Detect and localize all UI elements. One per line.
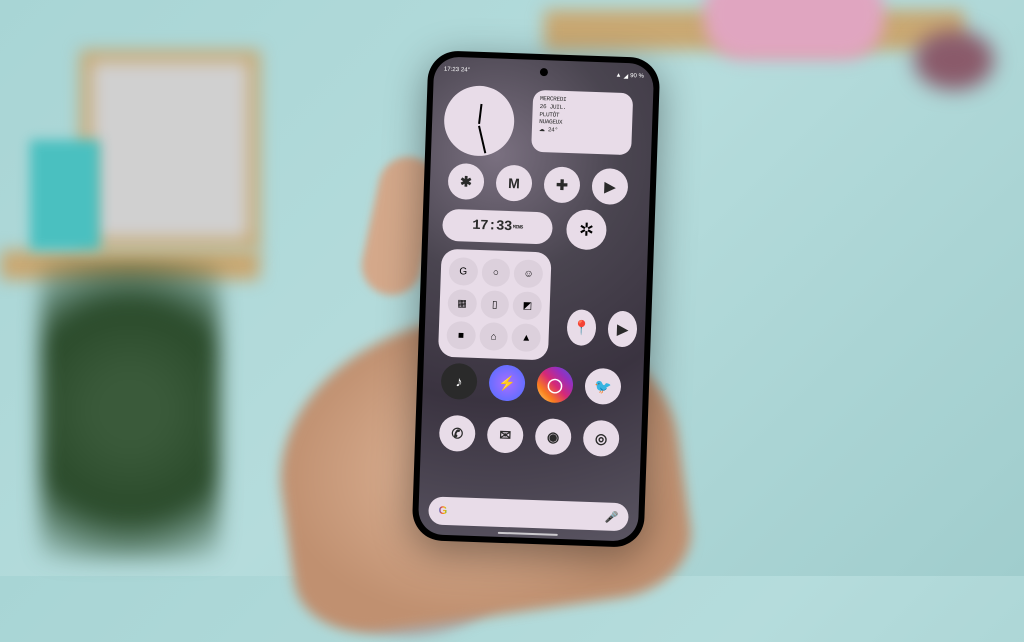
camera-icon[interactable]: ◎ <box>583 420 620 457</box>
folder-up-icon[interactable]: ▲ <box>511 323 541 352</box>
google-search-bar[interactable]: G 🎤 <box>428 496 629 531</box>
home-screen[interactable]: MERCREDI 26 JUIL. PLUTÔT NUAGEUX ☁ 24° ✱… <box>427 81 646 512</box>
background-box <box>30 140 100 250</box>
chrome-icon[interactable]: ◉ <box>535 418 572 455</box>
folder-widget[interactable]: G ○ ☺ ▦ ▯ ◩ ■ ⌂ ▲ <box>438 249 552 361</box>
tiktok-icon[interactable]: ♪ <box>440 363 477 400</box>
app-row-1: ✱ M ✚ ▶ <box>437 163 642 206</box>
status-temp: 24° <box>461 67 470 73</box>
health-icon[interactable]: ✚ <box>543 166 580 203</box>
folder-file-icon[interactable]: ▯ <box>480 290 510 319</box>
app-row-b: ♪ ⚡ ◯ 🐦 <box>430 362 635 405</box>
clock-hour-hand <box>478 126 486 154</box>
instagram-icon[interactable]: ◯ <box>536 366 573 403</box>
digital-time-widget[interactable]: 17:33 MINS <box>442 209 553 245</box>
background-picture-frame <box>80 50 260 250</box>
mic-icon[interactable]: 🎤 <box>605 510 619 523</box>
app-dock: ✆ ✉ ◉ ◎ <box>429 414 634 457</box>
youtube-icon[interactable]: ▶ <box>607 311 637 348</box>
messenger-icon[interactable]: ⚡ <box>488 364 525 401</box>
weather-widget[interactable]: MERCREDI 26 JUIL. PLUTÔT NUAGEUX ☁ 24° <box>531 90 633 155</box>
clock-minute-hand <box>478 104 482 124</box>
signal-icon: ◢ <box>623 72 628 79</box>
folder-user-icon[interactable]: ☺ <box>514 259 544 288</box>
weather-temp: 24° <box>548 127 558 134</box>
play-store-icon[interactable]: ▶ <box>591 168 628 205</box>
wifi-icon: ▲ <box>615 73 621 79</box>
folder-square-icon[interactable]: ■ <box>446 321 476 350</box>
folder-google-icon[interactable]: G <box>448 257 478 286</box>
twitter-icon[interactable]: 🐦 <box>584 368 621 405</box>
folder-circle-icon[interactable]: ○ <box>481 258 511 287</box>
background-plant <box>40 260 220 560</box>
status-time: 17:23 <box>444 67 459 74</box>
phone-icon[interactable]: ✆ <box>439 415 476 452</box>
phone-device: 17:23 24° ▲ ◢ 90 % MERCREDI 26 JUIL. PLU… <box>412 50 661 548</box>
app-row-a: 📍 ▶ <box>550 309 637 348</box>
folder-grid-icon[interactable]: ▦ <box>447 289 477 318</box>
google-logo-icon: G <box>438 505 447 517</box>
gmail-icon[interactable]: M <box>495 165 532 202</box>
messages-icon[interactable]: ✉ <box>487 416 524 453</box>
digital-time-suffix: MINS <box>513 224 523 230</box>
background-dried-flowers <box>914 30 994 90</box>
folder-gallery-icon[interactable]: ◩ <box>513 291 543 320</box>
phone-screen[interactable]: 17:23 24° ▲ ◢ 90 % MERCREDI 26 JUIL. PLU… <box>418 56 655 541</box>
status-battery: 90 % <box>630 73 644 79</box>
slack-icon[interactable]: ✱ <box>447 163 484 200</box>
nav-gesture-handle[interactable] <box>498 532 558 536</box>
maps-icon[interactable]: 📍 <box>566 309 596 346</box>
folder-home-icon[interactable]: ⌂ <box>479 322 509 351</box>
digital-time-value: 17:33 <box>472 218 512 235</box>
background-roller-skate <box>704 0 884 60</box>
clock-widget[interactable] <box>443 85 515 157</box>
fan-icon[interactable]: ✲ <box>566 209 607 250</box>
